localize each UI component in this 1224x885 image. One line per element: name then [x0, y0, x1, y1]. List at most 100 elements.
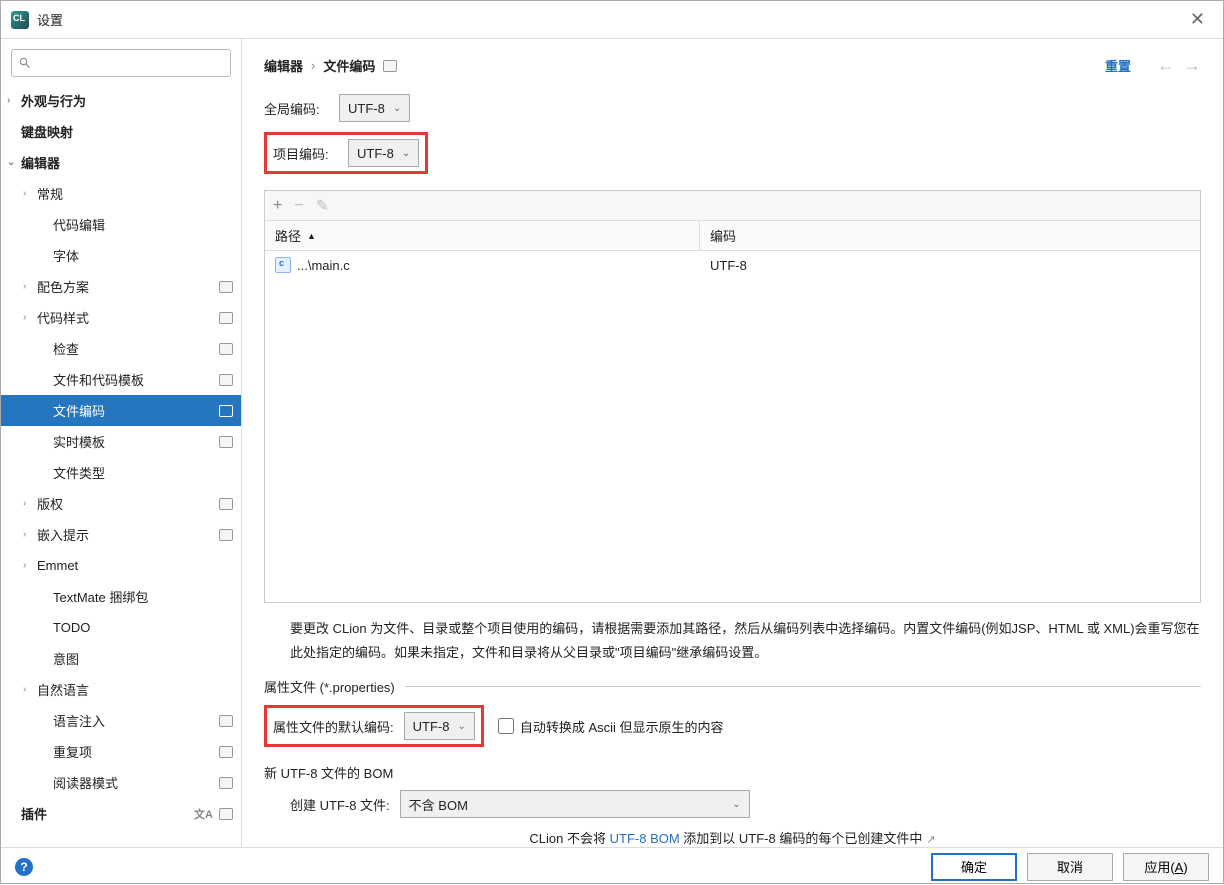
- tree-item[interactable]: 重复项: [1, 736, 241, 767]
- properties-fieldset: 属性文件 (*.properties) 属性文件的默认编码: UTF-8 ⌄ 自…: [264, 686, 1201, 747]
- chevron-icon: ›: [23, 312, 35, 323]
- ok-button[interactable]: 确定: [931, 853, 1017, 881]
- tree-item[interactable]: TODO: [1, 612, 241, 643]
- back-arrow-icon[interactable]: ←: [1157, 55, 1175, 76]
- project-badge-icon: [219, 808, 233, 820]
- edit-icon[interactable]: ✎: [316, 196, 329, 216]
- table-body: ...\main.cUTF-8: [265, 251, 1200, 602]
- tree-item-label: TODO: [53, 620, 90, 635]
- tree-item[interactable]: 代码编辑: [1, 209, 241, 240]
- search-field[interactable]: [36, 56, 224, 71]
- project-badge-icon: [219, 715, 233, 727]
- breadcrumb-root[interactable]: 编辑器: [264, 56, 303, 75]
- tree-item-label: 代码样式: [37, 308, 89, 327]
- search-icon: [18, 56, 32, 70]
- breadcrumb: 编辑器 › 文件编码 重置 ← →: [264, 55, 1201, 76]
- tree-item[interactable]: ›嵌入提示: [1, 519, 241, 550]
- lang-icon: 文A: [194, 806, 213, 822]
- global-encoding-combo[interactable]: UTF-8 ⌄: [339, 94, 410, 122]
- tree-item[interactable]: TextMate 捆绑包: [1, 581, 241, 612]
- tree-item[interactable]: 文件编码: [1, 395, 241, 426]
- chevron-down-icon: ⌄: [393, 103, 401, 114]
- tree-item-label: 外观与行为: [21, 91, 86, 110]
- chevron-icon: ›: [23, 560, 35, 571]
- tree-item[interactable]: 语言注入: [1, 705, 241, 736]
- chevron-down-icon: ⌄: [732, 799, 740, 810]
- project-badge-icon: [219, 312, 233, 324]
- encoding-table: + − ✎ 路径 ▲ 编码 ...\main.cUTF-8: [264, 190, 1201, 603]
- tree-item-label: 实时模板: [53, 432, 105, 451]
- row-encoding: UTF-8: [700, 258, 1200, 273]
- sidebar: ›外观与行为键盘映射⌄编辑器›常规代码编辑字体›配色方案›代码样式检查文件和代码…: [1, 39, 242, 847]
- tree-item-label: 字体: [53, 246, 79, 265]
- help-text: 要更改 CLion 为文件、目录或整个项目使用的编码，请根据需要添加其路径，然后…: [290, 617, 1201, 664]
- bom-create-combo[interactable]: 不含 BOM ⌄: [400, 790, 750, 818]
- chevron-icon: ›: [23, 281, 35, 292]
- tree-item-label: 语言注入: [53, 711, 105, 730]
- apply-button[interactable]: 应用(A): [1123, 853, 1209, 881]
- table-toolbar: + − ✎: [265, 191, 1200, 221]
- properties-default-combo[interactable]: UTF-8 ⌄: [404, 712, 475, 740]
- tree-item-label: 文件和代码模板: [53, 370, 144, 389]
- project-badge-icon: [219, 777, 233, 789]
- tree-item[interactable]: ›配色方案: [1, 271, 241, 302]
- ascii-checkbox-wrap[interactable]: 自动转换成 Ascii 但显示原生的内容: [498, 717, 724, 736]
- tree-item-label: 阅读器模式: [53, 773, 118, 792]
- tree-item-label: 自然语言: [37, 680, 89, 699]
- close-icon[interactable]: ✕: [1182, 5, 1213, 34]
- tree-item[interactable]: 字体: [1, 240, 241, 271]
- reset-link[interactable]: 重置: [1105, 56, 1131, 75]
- tree-item[interactable]: ›常规: [1, 178, 241, 209]
- ascii-checkbox[interactable]: [498, 718, 514, 734]
- tree-item[interactable]: 文件和代码模板: [1, 364, 241, 395]
- project-encoding-label: 项目编码:: [273, 144, 348, 163]
- sort-asc-icon: ▲: [307, 231, 316, 241]
- add-icon[interactable]: +: [273, 197, 282, 215]
- search-input[interactable]: [11, 49, 231, 77]
- tree-item[interactable]: ›代码样式: [1, 302, 241, 333]
- chevron-icon: ›: [7, 95, 19, 106]
- tree-item[interactable]: ›自然语言: [1, 674, 241, 705]
- col-encoding[interactable]: 编码: [700, 221, 1200, 250]
- chevron-down-icon: ⌄: [457, 721, 465, 732]
- tree-item[interactable]: ⌄编辑器: [1, 147, 241, 178]
- tree-item-label: 编辑器: [21, 153, 60, 172]
- tree-item[interactable]: ›外观与行为: [1, 85, 241, 116]
- cancel-button[interactable]: 取消: [1027, 853, 1113, 881]
- content-panel: 编辑器 › 文件编码 重置 ← → 全局编码: UTF-8 ⌄ 项目编码: UT…: [242, 39, 1223, 847]
- chevron-icon: ›: [23, 498, 35, 509]
- bom-link[interactable]: UTF-8 BOM: [610, 831, 680, 846]
- tree-item[interactable]: 意图: [1, 643, 241, 674]
- tree-item[interactable]: 文件类型: [1, 457, 241, 488]
- project-encoding-highlight: 项目编码: UTF-8 ⌄: [264, 132, 428, 174]
- tree-item-label: 文件类型: [53, 463, 105, 482]
- ascii-checkbox-label: 自动转换成 Ascii 但显示原生的内容: [520, 717, 724, 736]
- help-icon[interactable]: ?: [15, 858, 33, 876]
- table-row[interactable]: ...\main.cUTF-8: [265, 251, 1200, 279]
- project-encoding-combo[interactable]: UTF-8 ⌄: [348, 139, 419, 167]
- project-badge-icon: [219, 436, 233, 448]
- tree-item[interactable]: ›版权: [1, 488, 241, 519]
- forward-arrow-icon[interactable]: →: [1183, 55, 1201, 76]
- global-encoding-row: 全局编码: UTF-8 ⌄: [264, 94, 1201, 122]
- tree-item-label: 意图: [53, 649, 79, 668]
- bom-heading: 新 UTF-8 文件的 BOM: [264, 763, 1201, 782]
- file-icon: [275, 257, 291, 273]
- tree-item[interactable]: 阅读器模式: [1, 767, 241, 798]
- chevron-icon: ›: [23, 684, 35, 695]
- project-badge-icon: [219, 374, 233, 386]
- tree-item[interactable]: 实时模板: [1, 426, 241, 457]
- tree-item[interactable]: 键盘映射: [1, 116, 241, 147]
- tree-item[interactable]: 检查: [1, 333, 241, 364]
- chevron-icon: ⌄: [7, 157, 19, 168]
- breadcrumb-page: 文件编码: [323, 56, 375, 75]
- tree-item[interactable]: 插件文A: [1, 798, 241, 829]
- tree-item-label: 重复项: [53, 742, 92, 761]
- project-badge-icon: [383, 60, 397, 72]
- col-path[interactable]: 路径 ▲: [265, 221, 700, 250]
- project-badge-icon: [219, 281, 233, 293]
- tree-item-label: 常规: [37, 184, 63, 203]
- project-badge-icon: [219, 529, 233, 541]
- remove-icon[interactable]: −: [294, 197, 303, 215]
- tree-item[interactable]: ›Emmet: [1, 550, 241, 581]
